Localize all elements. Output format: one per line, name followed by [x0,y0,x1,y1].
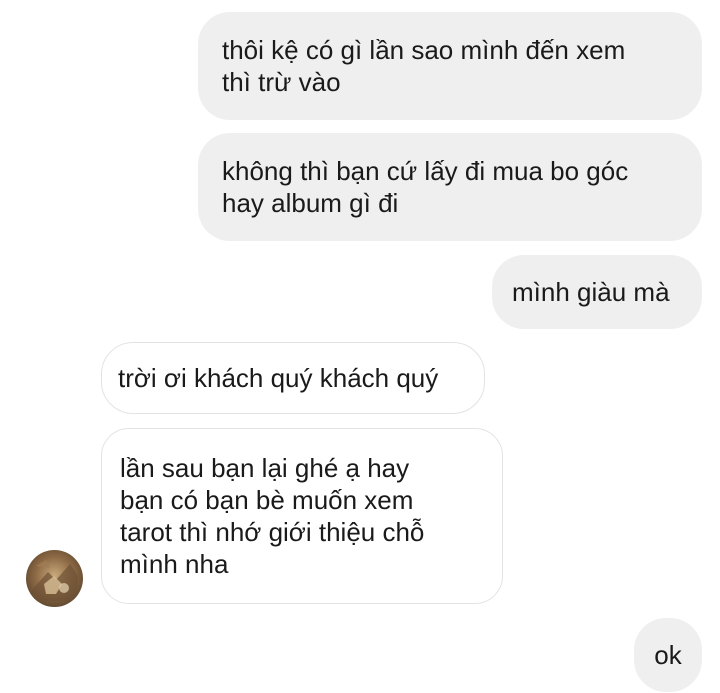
message-bubble-received[interactable]: lần sau bạn lại ghé ạ hay bạn có bạn bè … [101,428,503,604]
message-bubble-sent[interactable]: ok [634,618,702,692]
contact-avatar[interactable] [26,550,83,607]
message-bubble-sent[interactable]: thôi kệ có gì lần sao mình đến xem thì t… [198,12,702,120]
message-bubble-sent[interactable]: không thì bạn cứ lấy đi mua bo góc hay a… [198,133,702,241]
avatar-image [26,550,83,607]
message-bubble-received[interactable]: trời ơi khách quý khách quý [101,342,485,414]
message-bubble-sent[interactable]: mình giàu mà [492,255,702,329]
